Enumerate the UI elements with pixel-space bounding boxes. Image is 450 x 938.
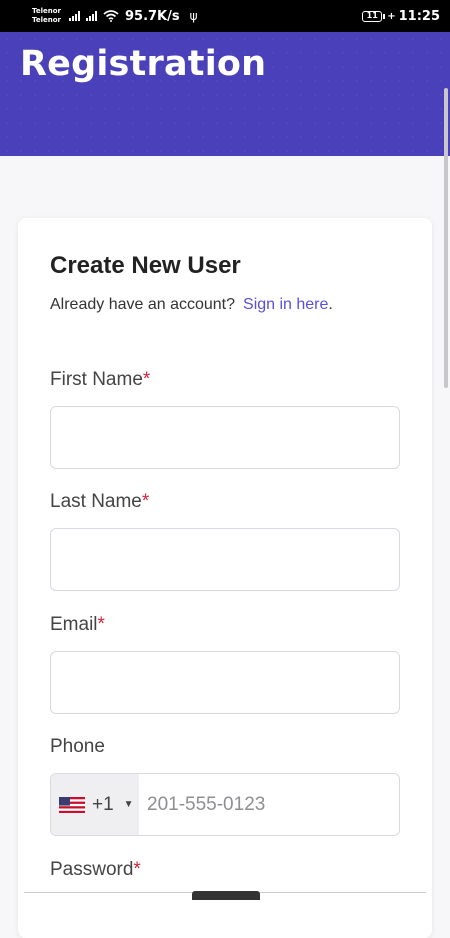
password-label-text: Password bbox=[50, 859, 134, 880]
required-marker: * bbox=[141, 491, 150, 512]
nav-handle[interactable] bbox=[192, 891, 260, 900]
last-name-input[interactable] bbox=[50, 528, 400, 591]
required-marker: * bbox=[133, 859, 141, 880]
signin-prompt: Already have an account? bbox=[50, 296, 236, 313]
status-bar: Telenor Telenor 95.7K/s ψ 11 + 11:25 bbox=[0, 0, 450, 32]
signin-link[interactable]: Sign in here bbox=[243, 296, 328, 313]
phone-label: Phone bbox=[50, 736, 105, 758]
battery-level: 11 bbox=[362, 10, 383, 22]
us-flag-icon bbox=[59, 796, 85, 813]
email-label-text: Email bbox=[50, 614, 98, 635]
password-label: Password* bbox=[50, 859, 141, 881]
clock: 11:25 bbox=[398, 8, 440, 24]
phone-label-text: Phone bbox=[50, 736, 105, 757]
battery-icon: 11 bbox=[362, 10, 386, 22]
first-name-input[interactable] bbox=[50, 406, 400, 469]
content-area[interactable]: Create New User Already have an account?… bbox=[0, 156, 450, 938]
first-name-label-text: First Name bbox=[50, 369, 143, 390]
carrier-1: Telenor bbox=[32, 7, 61, 15]
country-dial-code: +1 bbox=[92, 793, 114, 815]
carrier-names: Telenor Telenor bbox=[32, 7, 61, 25]
signin-line: Already have an account? Sign in here. bbox=[50, 296, 333, 314]
battery-tip bbox=[383, 13, 386, 19]
scrollbar[interactable] bbox=[444, 88, 448, 388]
page-title: Registration bbox=[20, 44, 267, 84]
signal-icon bbox=[85, 11, 97, 21]
email-input[interactable] bbox=[50, 651, 400, 714]
last-name-label: Last Name* bbox=[50, 491, 149, 513]
country-code-select[interactable]: +1 ▼ bbox=[51, 774, 139, 835]
net-speed: 95.7K/s bbox=[124, 8, 180, 24]
required-marker: * bbox=[142, 369, 151, 390]
dropdown-caret-icon: ▼ bbox=[123, 799, 134, 810]
registration-card: Create New User Already have an account?… bbox=[18, 218, 432, 938]
signal-icon bbox=[68, 11, 80, 21]
usb-icon: ψ bbox=[189, 9, 198, 23]
email-label: Email* bbox=[50, 614, 105, 636]
phone-field: +1 ▼ bbox=[50, 773, 400, 836]
form-title: Create New User bbox=[50, 252, 241, 279]
first-name-label: First Name* bbox=[50, 369, 150, 391]
app-header: Registration bbox=[0, 32, 450, 156]
phone-input[interactable] bbox=[139, 774, 399, 835]
required-marker: * bbox=[97, 614, 105, 635]
signin-period: . bbox=[328, 296, 333, 313]
carrier-2: Telenor bbox=[32, 16, 61, 24]
charging-icon: + bbox=[387, 10, 396, 22]
wifi-icon bbox=[103, 10, 119, 22]
status-right: 11 + 11:25 bbox=[362, 9, 440, 24]
last-name-label-text: Last Name bbox=[50, 491, 142, 512]
